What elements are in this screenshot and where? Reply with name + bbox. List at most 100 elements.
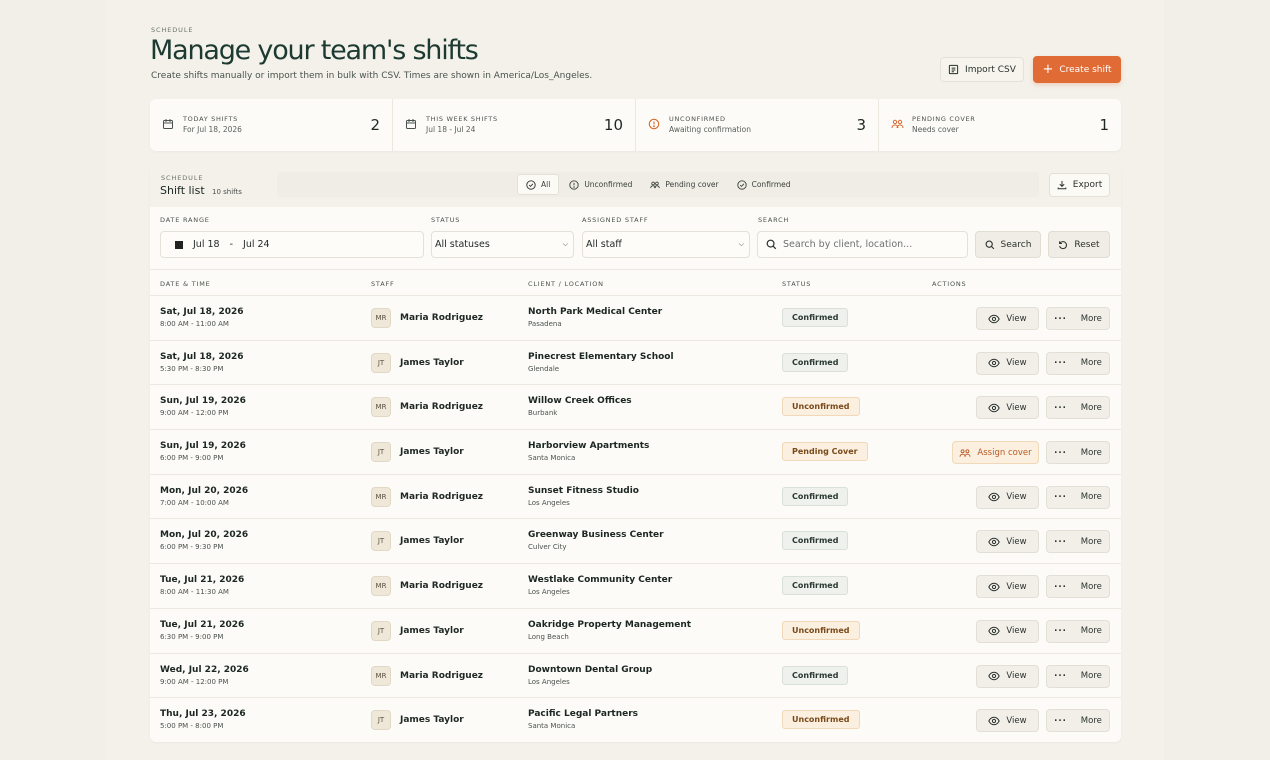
staff-name: James Taylor [400, 625, 464, 636]
avatar: MR [371, 576, 391, 597]
table-row[interactable]: Thu, Jul 23, 2026 5:00 PM - 8:00 PM JT Jame… [150, 698, 1121, 742]
page-title: Manage your team's shifts [150, 35, 479, 66]
assign-cover-button[interactable]: Assign cover [952, 441, 1039, 465]
client-location: Los Angeles [528, 588, 570, 597]
shift-time: 9:00 AM - 12:00 PM [160, 409, 229, 418]
more-button[interactable]: ... More [1046, 575, 1110, 599]
eye-icon [988, 537, 1001, 547]
more-button[interactable]: ... More [1046, 396, 1110, 420]
chip-label: Pending cover [665, 180, 719, 189]
chip-unconfirmed[interactable]: Unconfirmed [561, 174, 640, 195]
table-row[interactable]: Mon, Jul 20, 2026 7:00 AM - 10:00 AM MR Mar… [150, 475, 1121, 520]
users-icon [650, 180, 661, 190]
calendar-icon [405, 118, 417, 130]
column-header-date: DATE & TIME [160, 280, 211, 288]
table-row[interactable]: Sun, Jul 19, 2026 9:00 AM - 12:00 PM MR Mar… [150, 385, 1121, 431]
eye-icon [988, 671, 1001, 681]
date-range-input[interactable]: Jul 18 - Jul 24 [160, 231, 424, 258]
shift-time: 5:30 PM - 8:30 PM [160, 364, 224, 373]
staff-name: Maria Rodriguez [400, 313, 484, 323]
client-location: Pasadena [528, 320, 562, 328]
status-select[interactable]: All statuses ⌵ [431, 231, 574, 258]
view-button[interactable]: View [976, 307, 1039, 330]
table-row[interactable]: Tue, Jul 21, 2026 6:30 PM - 9:00 PM JT Jame… [150, 609, 1121, 654]
chip-confirmed[interactable]: Confirmed [729, 174, 799, 195]
check-circle-icon [526, 179, 536, 190]
column-header-client: CLIENT / LOCATION [528, 280, 604, 288]
status-select-value: All statuses [435, 239, 490, 250]
avatar: JT [371, 352, 391, 373]
shift-time: 5:00 PM - 8:00 PM [160, 722, 224, 731]
more-button[interactable]: ... More [1046, 709, 1110, 733]
search-button[interactable]: Search [975, 231, 1041, 258]
client-name: Oakridge Property Management [528, 619, 692, 630]
avatar: MR [371, 665, 391, 686]
view-label: View [1006, 492, 1027, 503]
more-button[interactable]: ... More [1046, 619, 1110, 643]
more-button[interactable]: ... More [1046, 530, 1110, 554]
more-label: More [1080, 447, 1102, 458]
staff-select-value: All staff [586, 239, 622, 250]
import-icon [948, 64, 959, 75]
chip-pending-cover[interactable]: Pending cover [642, 174, 726, 195]
more-button[interactable]: ... More [1046, 441, 1110, 465]
view-button[interactable]: View [976, 351, 1039, 375]
search-input[interactable] [783, 239, 963, 250]
more-button[interactable]: ... More [1046, 351, 1110, 375]
staff-name: Maria Rodriguez [400, 670, 484, 681]
more-button[interactable]: ... More [1046, 664, 1110, 688]
client-name: North Park Medical Center [528, 307, 663, 317]
stat-label: PENDING COVER [912, 115, 976, 123]
create-shift-button[interactable]: + Create shift [1033, 56, 1121, 83]
view-label: View [1006, 536, 1027, 547]
assign-cover-label: Assign cover [977, 447, 1032, 458]
shift-time: 8:00 AM - 11:30 AM [160, 588, 229, 597]
table-row[interactable]: Sat, Jul 18, 2026 8:00 AM - 11:00 AM MR Mar… [150, 296, 1121, 341]
status-badge: Confirmed [782, 665, 849, 685]
shift-time: 6:00 PM - 9:00 PM [160, 454, 224, 463]
avatar: JT [371, 620, 391, 641]
chip-label: Unconfirmed [584, 180, 633, 189]
view-button[interactable]: View [976, 396, 1039, 420]
view-button[interactable]: View [976, 664, 1039, 688]
reset-button[interactable]: Reset [1048, 231, 1110, 258]
staff-select[interactable]: All staff ⌵ [582, 231, 750, 258]
import-csv-button[interactable]: Import CSV [940, 57, 1024, 82]
staff-name: Maria Rodriguez [400, 402, 484, 413]
shift-time: 6:00 PM - 9:30 PM [160, 543, 224, 552]
create-shift-label: Create shift [1059, 64, 1112, 75]
client-location: Los Angeles [528, 677, 570, 686]
client-location: Culver City [528, 543, 567, 552]
search-field[interactable] [757, 231, 968, 258]
more-label: More [1080, 358, 1102, 369]
view-button[interactable]: View [976, 485, 1039, 509]
more-dots-icon: ... [1054, 669, 1067, 679]
view-label: View [1006, 671, 1027, 681]
more-label: More [1080, 626, 1102, 637]
client-name: Sunset Fitness Studio [528, 485, 639, 496]
staff-name: James Taylor [400, 715, 464, 726]
table-row[interactable]: Tue, Jul 21, 2026 8:00 AM - 11:30 AM MR Mar… [150, 564, 1121, 609]
table-header: DATE & TIME STAFF CLIENT / LOCATION STAT… [150, 269, 1121, 296]
staff-name: James Taylor [400, 536, 464, 547]
view-button[interactable]: View [976, 619, 1039, 643]
shift-date: Wed, Jul 22, 2026 [160, 664, 249, 675]
list-eyebrow: SCHEDULE [161, 174, 204, 182]
view-button[interactable]: View [976, 709, 1039, 733]
table-row[interactable]: Mon, Jul 20, 2026 6:00 PM - 9:30 PM JT Jame… [150, 519, 1121, 565]
view-button[interactable]: View [976, 575, 1039, 599]
chip-all[interactable]: All [517, 174, 560, 195]
table-row[interactable]: Sat, Jul 18, 2026 5:30 PM - 8:30 PM JT Jame… [150, 341, 1121, 386]
view-label: View [1006, 358, 1027, 369]
eye-icon [988, 358, 1001, 368]
more-button[interactable]: ... More [1046, 307, 1110, 330]
table-row[interactable]: Sun, Jul 19, 2026 6:00 PM - 9:00 PM JT Jame… [150, 430, 1121, 475]
shift-date: Tue, Jul 21, 2026 [160, 619, 245, 630]
export-button[interactable]: Export [1049, 173, 1110, 197]
stat-pending-cover: PENDING COVER Needs cover 1 [879, 99, 1121, 151]
more-dots-icon: ... [1054, 356, 1067, 367]
avatar: MR [371, 308, 391, 328]
view-button[interactable]: View [976, 530, 1039, 554]
table-row[interactable]: Wed, Jul 22, 2026 9:00 AM - 12:00 PM MR Mar… [150, 654, 1121, 699]
more-button[interactable]: ... More [1046, 485, 1110, 509]
